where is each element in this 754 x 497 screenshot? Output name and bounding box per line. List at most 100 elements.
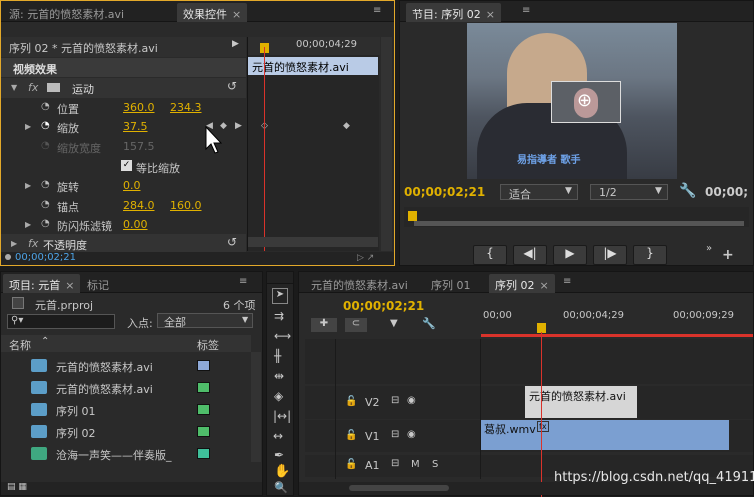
antiflicker-value[interactable]: 0.00 [123,218,148,231]
razor-tool-icon[interactable]: ◈ [274,389,283,403]
slide-tool-icon[interactable]: ↔ [273,429,283,443]
mute-button[interactable]: M [411,459,420,470]
anchor-y[interactable]: 160.0 [170,199,202,212]
expand-triangle-icon[interactable]: ▶ [25,122,31,131]
step-back-button[interactable]: ◀| [513,245,547,265]
wrench-icon[interactable]: 🔧 [679,183,696,199]
reset-icon[interactable]: ↺ [227,235,237,249]
label-color-swatch[interactable] [197,382,210,393]
expand-triangle-icon[interactable]: ▶ [25,220,31,229]
timeline-ruler[interactable]: 00;00 00;00;04;29 00;00;09;29 [481,306,753,338]
work-area-bar[interactable] [481,334,753,337]
label-color-swatch[interactable] [197,426,210,437]
mini-ruler[interactable]: 00;00;04;29 [248,37,380,55]
label-color-swatch[interactable] [197,404,210,415]
list-item[interactable]: 序列 01 [1,400,251,420]
search-input[interactable]: ⚲▾ [7,314,115,329]
monitor-scrubber[interactable] [404,207,749,227]
stopwatch-icon[interactable]: ◔ [41,218,50,229]
close-icon[interactable]: × [540,279,549,292]
sync-icon[interactable]: ⊟ [391,429,399,440]
tab-program[interactable]: 节目: 序列 02 × [406,3,501,22]
mini-clip-bar[interactable]: 元首的愤怒素材.avi [248,57,378,75]
timeline-timecode[interactable]: 00;00;02;21 [343,299,424,313]
wrench-icon[interactable]: 🔧 [422,317,436,330]
step-forward-button[interactable]: |▶ [593,245,627,265]
close-icon[interactable]: × [232,8,241,21]
panel-menu-icon[interactable]: ≡ [563,276,571,287]
keyframe-icon[interactable]: ◆ [343,121,350,131]
close-icon[interactable]: × [65,279,74,292]
mark-out-button[interactable]: } [633,245,667,265]
column-name[interactable]: 名称 [9,337,31,353]
tab-timeline-1[interactable]: 元首的愤怒素材.avi [305,274,414,293]
label-color-swatch[interactable] [197,448,210,459]
tab-project[interactable]: 项目: 元首 × [3,274,81,293]
export-icon[interactable]: ▷ ↗ [357,253,374,263]
sync-icon[interactable]: ⊟ [391,458,399,469]
marker-icon[interactable]: ▼ [390,318,398,329]
tab-timeline-3[interactable]: 序列 02 × [489,274,555,293]
video-frame[interactable]: ⊕ 易指導者 歌手 [467,23,677,179]
eye-icon[interactable]: ◉ [407,395,416,406]
lock-icon[interactable]: 🔓 [345,396,357,407]
hand-tool-icon[interactable]: ✋ [274,464,290,479]
position-y[interactable]: 234.3 [170,101,202,114]
clip-v1[interactable]: 葛叔.wmv fx [481,420,729,450]
tab-timeline-2[interactable]: 序列 01 [425,274,477,293]
panel-menu-icon[interactable]: ≡ [373,5,381,16]
mark-in-button[interactable]: { [473,245,507,265]
fit-dropdown[interactable]: 适合 ▼ [500,184,578,201]
close-icon[interactable]: × [486,8,495,21]
in-point-dropdown[interactable]: 全部 ▼ [157,313,253,329]
column-label[interactable]: 标签 [197,337,219,353]
tab-effect-controls[interactable]: 效果控件 × [177,3,248,22]
reset-icon[interactable]: ↺ [227,79,237,93]
project-scrollbar[interactable] [251,352,261,462]
expand-triangle-icon[interactable]: ▶ [11,239,17,248]
play-triangle-icon[interactable]: ▶ [232,39,239,49]
resolution-dropdown[interactable]: 1/2 ▼ [590,184,668,200]
slip-tool-icon[interactable]: |↔| [273,409,291,423]
expand-triangle-icon[interactable]: ▶ [25,181,31,190]
sort-up-icon[interactable]: ⌃ [41,336,49,347]
play-button[interactable]: ▶ [553,245,587,265]
stopwatch-active-icon[interactable]: ◔ [41,120,50,131]
lock-icon[interactable]: 🔓 [345,430,357,441]
expand-triangle-icon[interactable]: ▼ [11,83,17,92]
solo-button[interactable]: S [432,459,438,470]
snap-icon[interactable]: ⊂ [345,318,367,332]
effect-vertical-scrollbar[interactable] [381,37,392,251]
nest-toggle-icon[interactable]: ✚ [311,318,337,332]
next-keyframe-icon[interactable]: ▶ [235,121,242,131]
zoom-tool-icon[interactable]: 🔍 [274,481,288,494]
panel-menu-icon[interactable]: ≡ [239,276,247,287]
list-item[interactable]: 序列 02 [1,422,251,442]
lock-icon[interactable]: 🔓 [345,459,357,470]
scale-value[interactable]: 37.5 [123,120,148,133]
pen-tool-icon[interactable]: ✒ [274,448,284,462]
zoom-slider[interactable] [349,485,449,491]
motion-row[interactable]: ▼ fx 运动 ↺ [1,78,246,98]
ripple-tool-icon[interactable]: ⟷ [274,329,291,343]
rotation-value[interactable]: 0.0 [123,179,141,192]
tab-markers[interactable]: 标记 [81,274,115,293]
mini-scrollbar[interactable] [248,237,378,247]
label-color-swatch[interactable] [197,360,210,371]
add-button-icon[interactable]: + [722,247,734,263]
effect-timecode[interactable]: 00;00;02;21 [15,252,76,263]
position-x[interactable]: 360.0 [123,101,155,114]
rate-stretch-tool-icon[interactable]: ⇹ [274,369,284,383]
pip-clip-frame[interactable]: ⊕ [551,81,621,123]
overflow-icon[interactable]: » [706,243,712,254]
program-timecode[interactable]: 00;00;02;21 [404,185,485,199]
opacity-row[interactable]: ▶ fx 不透明度 ↺ [1,234,246,254]
search-icon[interactable]: ⚲▾ [11,315,23,326]
playhead-marker-icon[interactable] [408,211,417,221]
list-item[interactable]: 元首的愤怒素材.avi [1,378,251,398]
stopwatch-icon[interactable]: ◔ [41,179,50,190]
selection-tool-icon[interactable]: ➤ [272,288,288,304]
eye-icon[interactable]: ◉ [407,429,416,440]
anchor-x[interactable]: 284.0 [123,199,155,212]
sync-icon[interactable]: ⊟ [391,395,399,406]
